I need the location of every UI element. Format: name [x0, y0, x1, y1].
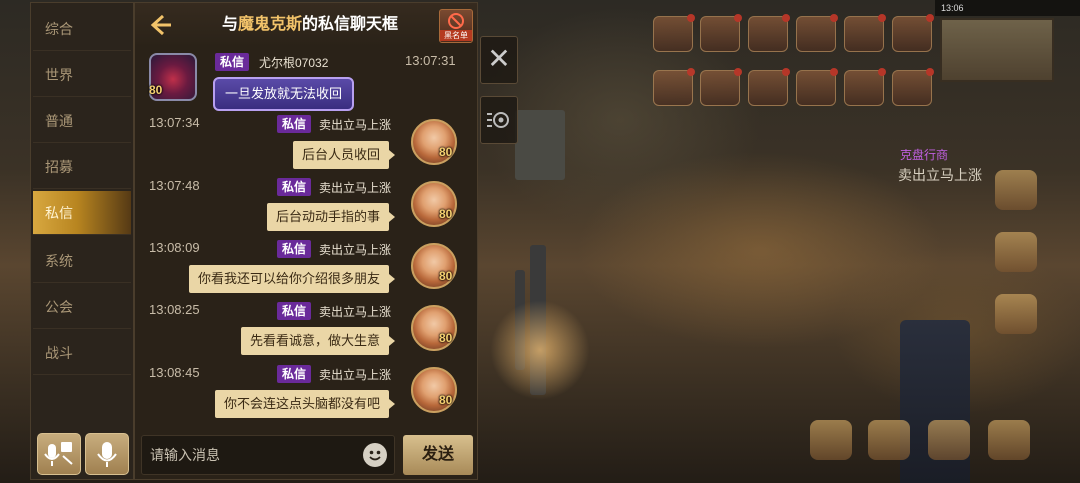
sidebar-item-world[interactable]: 世界	[33, 53, 131, 97]
game-side-icon[interactable]	[995, 232, 1037, 272]
game-menu-icon[interactable]	[796, 68, 838, 106]
message-time: 13:08:25	[149, 302, 200, 317]
game-menu-icon[interactable]	[653, 68, 695, 106]
game-menu-icon[interactable]	[700, 14, 742, 52]
private-tag: 私信	[277, 115, 312, 133]
sidebar-item-system[interactable]: 系统	[33, 239, 131, 283]
sidebar-item-label: 世界	[45, 67, 73, 83]
game-menu-icon[interactable]	[844, 14, 886, 52]
game-menu-icon[interactable]	[796, 14, 838, 52]
message-list[interactable]: 80 私信 尤尔根07032 13:07:31 一旦发放就无法收回 13:07:…	[135, 47, 477, 431]
sidebar-item-private[interactable]: 私信	[33, 191, 131, 235]
private-chat-panel: 与魔鬼克斯的私信聊天框 黑名单 80 私信 尤尔根07032 13:07:31 …	[134, 2, 478, 480]
game-side-icon[interactable]	[995, 294, 1037, 334]
message-bubble[interactable]: 后台动动手指的事	[266, 203, 396, 231]
private-tag: 私信	[215, 53, 250, 71]
message-time: 13:07:31	[405, 53, 456, 68]
send-button[interactable]: 发送	[403, 435, 473, 475]
sidebar-item-guild[interactable]: 公会	[33, 285, 131, 329]
microphone-icon	[97, 442, 117, 467]
message-time: 13:07:48	[149, 178, 200, 193]
game-menu-icon[interactable]	[700, 68, 742, 106]
level-badge: 80	[439, 145, 453, 159]
smiley-icon	[369, 450, 381, 461]
sender-name: 卖出立马上涨	[319, 118, 392, 132]
level-badge: 80	[439, 207, 453, 221]
game-bottom-icon[interactable]	[868, 420, 910, 460]
level-badge: 80	[439, 393, 453, 407]
game-menu-icon[interactable]	[748, 68, 790, 106]
message-time: 13:07:34	[149, 115, 200, 130]
message-time: 13:08:45	[149, 365, 200, 380]
player-title: 克盘行商	[900, 148, 949, 162]
game-menu-icon[interactable]	[653, 14, 695, 52]
private-tag: 私信	[277, 365, 312, 383]
sidebar-item-label: 战斗	[45, 345, 73, 361]
chat-header: 与魔鬼克斯的私信聊天框 黑名单	[135, 3, 477, 47]
sidebar-item-label: 招募	[45, 159, 73, 175]
level-badge: 80	[149, 83, 163, 97]
sender-name: 卖出立马上涨	[319, 305, 392, 319]
game-side-icon[interactable]	[995, 170, 1037, 210]
level-badge: 80	[439, 331, 453, 345]
private-tag: 私信	[277, 302, 312, 320]
message-bubble[interactable]: 你不会连这点头脑都没有吧	[214, 390, 396, 418]
message-time: 13:08:09	[149, 240, 200, 255]
sidebar-item-label: 综合	[45, 21, 73, 37]
game-menu-icon[interactable]	[748, 14, 790, 52]
sidebar-item-label: 私信	[45, 205, 73, 221]
blacklist-button[interactable]: 黑名单	[439, 9, 473, 43]
sidebar-item-comprehensive[interactable]: 综合	[33, 7, 131, 51]
game-menu-icon[interactable]	[844, 68, 886, 106]
emoji-button[interactable]	[363, 443, 387, 467]
sidebar-item-label: 普通	[45, 113, 73, 129]
gear-icon	[487, 112, 509, 128]
background-light	[490, 300, 590, 400]
sender-name: 尤尔根07032	[259, 56, 329, 70]
input-bar: 发送	[135, 431, 477, 479]
player-name: 卖出立马上涨	[898, 167, 982, 183]
sidebar-item-label: 公会	[45, 299, 73, 315]
back-arrow-icon	[150, 14, 171, 36]
level-badge: 80	[439, 269, 453, 283]
background-barrel	[515, 110, 565, 180]
game-menu-icon[interactable]	[892, 68, 934, 106]
sender-name: 卖出立马上涨	[319, 181, 392, 195]
minimap[interactable]	[940, 18, 1054, 82]
sidebar-item-normal[interactable]: 普通	[33, 99, 131, 143]
game-bottom-icon[interactable]	[988, 420, 1030, 460]
settings-button[interactable]	[480, 96, 518, 144]
voice-to-text-button[interactable]	[37, 433, 81, 475]
message-bubble[interactable]: 你看我还可以给你介绍很多朋友	[188, 265, 396, 293]
sidebar-item-label: 系统	[45, 253, 73, 269]
close-button[interactable]: ✕	[480, 36, 518, 84]
sidebar-item-battle[interactable]: 战斗	[33, 331, 131, 375]
private-tag: 私信	[277, 178, 312, 196]
sender-name: 卖出立马上涨	[319, 243, 392, 257]
voice-button[interactable]	[85, 433, 129, 475]
message-input[interactable]	[141, 435, 395, 475]
game-bottom-icon[interactable]	[810, 420, 852, 460]
back-button[interactable]	[147, 13, 175, 37]
chat-title: 与魔鬼克斯的私信聊天框	[221, 16, 399, 33]
game-menu-icon[interactable]	[892, 14, 934, 52]
channel-sidebar: 综合 世界 普通 招募 私信 系统 公会 战斗	[30, 2, 134, 480]
message-bubble[interactable]: 先看看诚意，做大生意	[240, 327, 396, 355]
message-bubble[interactable]: 后台人员收回	[292, 141, 396, 169]
private-tag: 私信	[277, 240, 312, 258]
sidebar-item-recruit[interactable]: 招募	[33, 145, 131, 189]
game-bottom-icon[interactable]	[928, 420, 970, 460]
device-status-bar: 13:06	[935, 0, 1080, 16]
blacklist-label: 黑名单	[440, 30, 472, 41]
sender-name: 卖出立马上涨	[319, 368, 392, 382]
voice-to-text-icon	[44, 442, 73, 466]
message-bubble[interactable]: 一旦发放就无法收回	[213, 77, 355, 111]
